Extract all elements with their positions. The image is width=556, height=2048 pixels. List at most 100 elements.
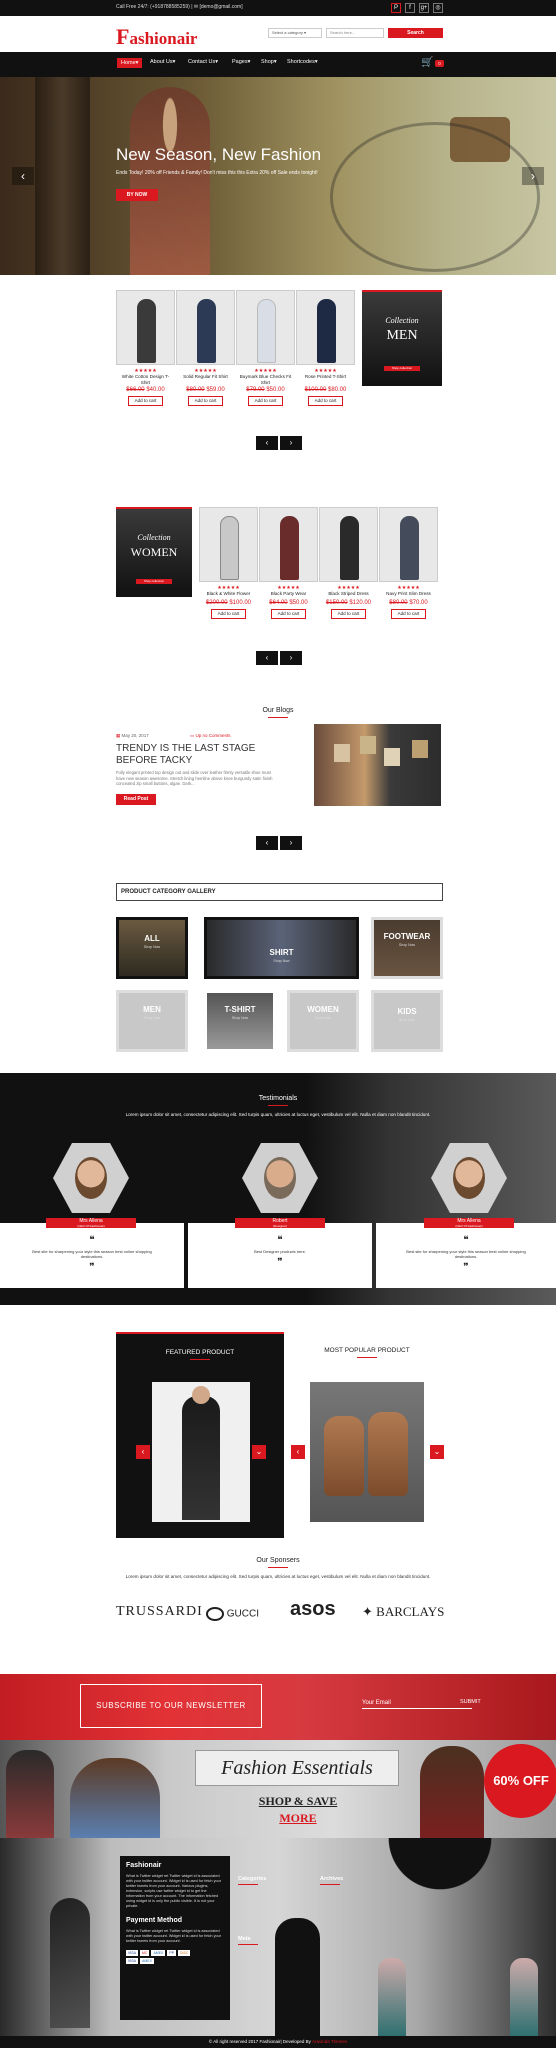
product-image[interactable] <box>259 507 318 582</box>
category-footwear[interactable]: FOOTWEAR Shop Now <box>371 917 443 979</box>
product-card[interactable]: ★★★★★ Buymark Blue Checks Fit Shirt $79.… <box>236 290 295 416</box>
sponsor-logo-gucci[interactable]: GUCCI <box>206 1607 259 1621</box>
sponsor-logo-barclays[interactable]: ✦ BARCLAYS <box>362 1604 444 1620</box>
contact-info: Call Free 24/7: (+918788585259) | ✉ [dem… <box>116 4 243 10</box>
quote-close-icon: ❞ <box>89 1262 95 1273</box>
search-button[interactable]: Search <box>388 28 443 38</box>
collection-script: Collection <box>137 533 171 542</box>
banner-model-image <box>6 1750 54 1838</box>
shop-collection-button[interactable]: Shop collection <box>136 579 172 584</box>
product-name[interactable]: Black Striped Dress <box>321 591 376 597</box>
shop-collection-button[interactable]: Shop collection <box>384 366 420 371</box>
product-image[interactable] <box>296 290 355 365</box>
product-card[interactable]: ★★★★★ Black Striped Dress $150.00 $120.0… <box>319 507 378 633</box>
instagram-icon[interactable]: ◎ <box>433 3 443 13</box>
product-name[interactable]: Navy Print Slim Dress <box>381 591 436 597</box>
newsletter-email-input[interactable]: Your Email <box>362 1700 472 1709</box>
fashion-essentials-banner[interactable]: Fashion Essentials SHOP & SAVE MORE 60% … <box>0 1740 556 1838</box>
category-women[interactable]: WOMEN Shop Now <box>287 990 359 1052</box>
hero-image-model <box>130 87 210 275</box>
pinterest-icon[interactable]: P <box>391 3 401 13</box>
read-post-button[interactable]: Read Post <box>116 794 156 805</box>
men-collection-banner[interactable]: Collection MEN Shop collection <box>362 290 442 386</box>
product-card[interactable]: ★★★★★ Navy Print Slim Dress $80.00 $70.0… <box>379 507 438 633</box>
product-price: $80.00 $70.00 <box>389 600 428 606</box>
nav-pages[interactable]: Pages▾ <box>232 59 250 65</box>
category-men[interactable]: MEN Shop Now <box>116 990 188 1052</box>
product-name[interactable]: Rose Printed T-Shirt <box>298 374 353 380</box>
product-image[interactable] <box>116 290 175 365</box>
women-collection-banner[interactable]: Collection WOMEN Shop collection <box>116 507 192 597</box>
category-shirt[interactable]: SHIRT Shop Now <box>204 917 359 979</box>
hero-title: New Season, New Fashion <box>116 145 322 164</box>
prev-icon[interactable]: ‹ <box>256 836 278 850</box>
add-to-cart-button[interactable]: Add to cart <box>128 396 163 406</box>
popular-prev-icon[interactable]: ‹ <box>291 1445 305 1459</box>
prev-arrow-icon[interactable]: ‹ <box>12 167 34 185</box>
product-card[interactable]: ★★★★★ Solid Regular Fit Shirt $80.00 $59… <box>176 290 235 416</box>
nav-shortcodes[interactable]: Shortcodes▾ <box>287 59 318 65</box>
nav-home[interactable]: Home▾ <box>117 58 143 68</box>
logo[interactable]: Fashionair <box>116 24 197 50</box>
banner-shop-save: SHOP & SAVE <box>258 1794 338 1808</box>
add-to-cart-button[interactable]: Add to cart <box>211 609 246 619</box>
popular-product-image[interactable] <box>310 1382 424 1522</box>
search-input[interactable]: Search here... <box>326 28 384 38</box>
add-to-cart-button[interactable]: Add to cart <box>271 609 306 619</box>
category-select[interactable]: Select a category ▾ <box>268 28 322 38</box>
heading-underline <box>268 1567 288 1568</box>
product-image[interactable] <box>319 507 378 582</box>
sponsor-logo-asos[interactable]: asos <box>290 1598 336 1621</box>
collection-title: WOMEN <box>130 545 178 559</box>
popular-next-icon[interactable]: ⌄ <box>430 1445 444 1459</box>
amex-icon: AMEX <box>139 1958 154 1964</box>
newsletter-submit-button[interactable]: SUBMIT <box>460 1699 481 1705</box>
next-icon[interactable]: › <box>280 651 302 665</box>
heading-underline <box>238 1944 258 1945</box>
category-kids[interactable]: KIDS Shop Now <box>371 990 443 1052</box>
prev-icon[interactable]: ‹ <box>256 436 278 450</box>
pagination: ‹ › <box>256 836 302 850</box>
blog-excerpt: Fully elegant printed top design out and… <box>116 770 273 786</box>
add-to-cart-button[interactable]: Add to cart <box>331 609 366 619</box>
product-card[interactable]: ★★★★★ Black & White Flower $200.00 $100.… <box>199 507 258 633</box>
add-to-cart-button[interactable]: Add to cart <box>188 396 223 406</box>
product-card[interactable]: ★★★★★ White Cotton Design T-Shirt $66.00… <box>116 290 175 416</box>
nav-contact[interactable]: Contact Us▾ <box>188 59 218 65</box>
developer-link[interactable]: Aravinda Themes <box>312 2039 347 2044</box>
product-image[interactable] <box>199 507 258 582</box>
sponsor-logo-trussardi[interactable]: TRUSSARDI <box>116 1604 203 1620</box>
product-card[interactable]: ★★★★★ Black Party Wear $64.00 $50.00 Add… <box>259 507 318 633</box>
blog-image[interactable] <box>314 724 441 806</box>
cart-icon[interactable]: 🛒 <box>421 57 433 68</box>
blog-title[interactable]: TRENDY IS THE LAST STAGE BEFORE TACKY <box>116 743 255 767</box>
product-name[interactable]: Buymark Blue Checks Fit Shirt <box>238 374 293 386</box>
product-name[interactable]: White Cotton Design T-Shirt <box>118 374 173 386</box>
category-tshirt[interactable]: T-SHIRT Shop Now <box>204 990 276 1052</box>
add-to-cart-button[interactable]: Add to cart <box>391 609 426 619</box>
next-arrow-icon[interactable]: › <box>522 167 544 185</box>
buy-now-button[interactable]: BY NOW <box>116 189 158 201</box>
product-card[interactable]: ★★★★★ Rose Printed T-Shirt $100.00 $80.0… <box>296 290 355 416</box>
nav-shop[interactable]: Shop▾ <box>261 59 277 65</box>
facebook-icon[interactable]: f <box>405 3 415 13</box>
add-to-cart-button[interactable]: Add to cart <box>248 396 283 406</box>
product-name[interactable]: Black Party Wear <box>261 591 316 597</box>
blog-comments[interactable]: ▭ Up no Comments <box>190 733 231 739</box>
featured-prev-icon[interactable]: ‹ <box>136 1445 150 1459</box>
google-plus-icon[interactable]: g+ <box>419 3 429 13</box>
product-image[interactable] <box>379 507 438 582</box>
next-icon[interactable]: › <box>280 436 302 450</box>
category-all[interactable]: ALL Shop Now <box>116 917 188 979</box>
product-image[interactable] <box>236 290 295 365</box>
featured-product-image[interactable] <box>152 1382 250 1522</box>
product-name[interactable]: Black & White Flower <box>201 591 256 597</box>
next-icon[interactable]: › <box>280 836 302 850</box>
add-to-cart-button[interactable]: Add to cart <box>308 396 343 406</box>
prev-icon[interactable]: ‹ <box>256 651 278 665</box>
product-image[interactable] <box>176 290 235 365</box>
testimonials-heading: Testimonials <box>258 1095 298 1102</box>
featured-next-icon[interactable]: ⌄ <box>252 1445 266 1459</box>
nav-about[interactable]: About Us▾ <box>150 59 175 65</box>
product-name[interactable]: Solid Regular Fit Shirt <box>178 374 233 380</box>
